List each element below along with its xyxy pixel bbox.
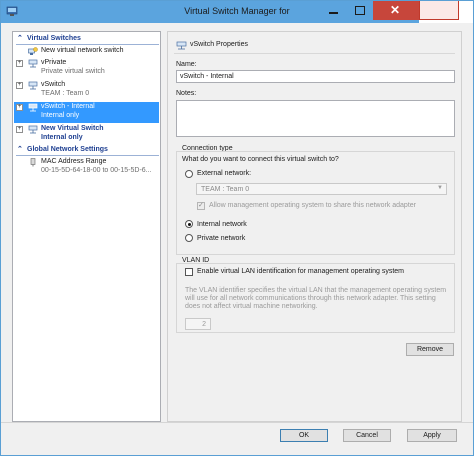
properties-header: vSwitch Properties [190, 41, 248, 48]
remove-button[interactable]: Remove [406, 343, 454, 356]
name-field-value: vSwitch - Internal [180, 73, 234, 80]
expand-plus-icon[interactable]: + [16, 126, 23, 133]
global-network-settings-label: Global Network Settings [27, 146, 108, 153]
notes-field[interactable] [176, 100, 455, 137]
tree-node-new-virtual-network-switch[interactable]: New virtual network switch [14, 46, 159, 57]
cancel-button-label: Cancel [356, 432, 378, 439]
tree-node-vswitch-internal[interactable]: + vSwitch - Internal Internal only [14, 102, 159, 123]
external-network-selected: TEAM : Team 0 [201, 186, 250, 193]
tree-node-sublabel: Internal only [41, 134, 83, 141]
allow-management-checkbox[interactable] [197, 201, 205, 210]
apply-button[interactable]: Apply [407, 429, 457, 442]
external-network-radio[interactable] [185, 170, 193, 178]
private-network-radio[interactable] [185, 234, 193, 242]
tree-node-vswitch[interactable]: + vSwitch TEAM : Team 0 [14, 80, 159, 101]
virtual-switches-label: Virtual Switches [27, 35, 81, 42]
tree-node-sublabel: 00-15-5D-64-18-00 to 00-15-5D-6... [41, 167, 152, 174]
vlan-description: The VLAN identifier specifies the virtua… [185, 287, 447, 310]
external-network-label: External network: [197, 170, 252, 177]
maximize-button[interactable] [347, 1, 373, 20]
tree-node-sublabel: Private virtual switch [41, 68, 105, 75]
title-bar[interactable]: Virtual Switch Manager for ✕ [1, 1, 473, 23]
name-field[interactable]: vSwitch - Internal [176, 70, 455, 83]
new-switch-icon [28, 47, 38, 55]
tree-node-label: New Virtual Switch [41, 125, 104, 132]
global-network-settings-section-header[interactable]: ⌃ Global Network Settings [14, 145, 159, 156]
cancel-button[interactable]: Cancel [343, 429, 391, 442]
vlan-enable-label: Enable virtual LAN identification for ma… [197, 268, 404, 275]
tree-node-vprivate[interactable]: + vPrivate Private virtual switch [14, 58, 159, 79]
vlan-id-field[interactable]: 2 [185, 318, 211, 330]
tree-node-new-virtual-switch[interactable]: + New Virtual Switch Internal only [14, 124, 159, 145]
switch-tree-panel[interactable]: ⌃ Virtual Switches New virtual network s… [12, 31, 161, 422]
tree-node-label: vSwitch - Internal [41, 103, 95, 110]
section-divider [16, 44, 159, 45]
network-switch-icon [28, 103, 38, 112]
close-button[interactable]: ✕ [373, 1, 419, 20]
footer-divider [1, 422, 473, 423]
tree-node-label: vPrivate [41, 59, 67, 66]
ok-button-label: OK [298, 432, 310, 439]
allow-management-label: Allow management operating system to sha… [209, 202, 416, 209]
maximize-icon [355, 6, 365, 15]
switch-properties-panel: vSwitch Properties Name: vSwitch - Inter… [167, 31, 462, 422]
tree-node-mac-address-range[interactable]: MAC Address Range 00-15-5D-64-18-00 to 0… [14, 157, 159, 178]
expand-plus-icon[interactable]: + [16, 104, 23, 111]
collapse-chevron-icon: ⌃ [17, 35, 23, 42]
header-divider [174, 53, 455, 54]
apply-button-label: Apply [423, 432, 441, 439]
private-network-label: Private network [197, 235, 246, 242]
ok-button[interactable]: OK [280, 429, 328, 442]
minimize-button[interactable] [320, 1, 347, 20]
tree-node-sublabel: Internal only [41, 112, 80, 119]
network-adapter-icon [30, 158, 36, 167]
internal-network-radio[interactable] [185, 220, 193, 228]
network-switch-icon [176, 41, 187, 50]
tree-node-label: vSwitch [41, 81, 66, 88]
connection-question: What do you want to connect this virtual… [182, 156, 339, 163]
notes-label: Notes: [176, 90, 197, 97]
network-switch-icon [28, 125, 38, 134]
remove-button-label: Remove [416, 346, 444, 353]
close-icon: ✕ [390, 3, 401, 17]
tree-node-label: MAC Address Range [41, 158, 107, 165]
hyper-v-app-icon [6, 6, 18, 16]
section-divider [16, 155, 159, 156]
expand-plus-icon[interactable]: + [16, 60, 23, 67]
vlan-enable-checkbox[interactable] [185, 268, 193, 276]
name-label: Name: [176, 61, 197, 68]
chevron-down-icon: ▼ [437, 185, 443, 191]
external-network-select[interactable]: TEAM : Team 0 ▼ [196, 183, 447, 195]
expand-plus-icon[interactable]: + [16, 82, 23, 89]
tree-node-sublabel: TEAM : Team 0 [41, 90, 90, 97]
collapse-chevron-icon: ⌃ [17, 146, 23, 153]
virtual-switch-manager-window: Virtual Switch Manager for ✕ ⌃ Virtual S… [0, 0, 474, 456]
background-window-close-button [419, 1, 459, 20]
network-switch-icon [28, 59, 38, 68]
vlan-id-value: 2 [202, 321, 206, 328]
network-switch-icon [28, 81, 38, 90]
tree-node-label: New virtual network switch [41, 47, 124, 54]
minimize-icon [329, 12, 338, 14]
virtual-switches-section-header[interactable]: ⌃ Virtual Switches [14, 34, 159, 45]
internal-network-label: Internal network [197, 221, 247, 228]
